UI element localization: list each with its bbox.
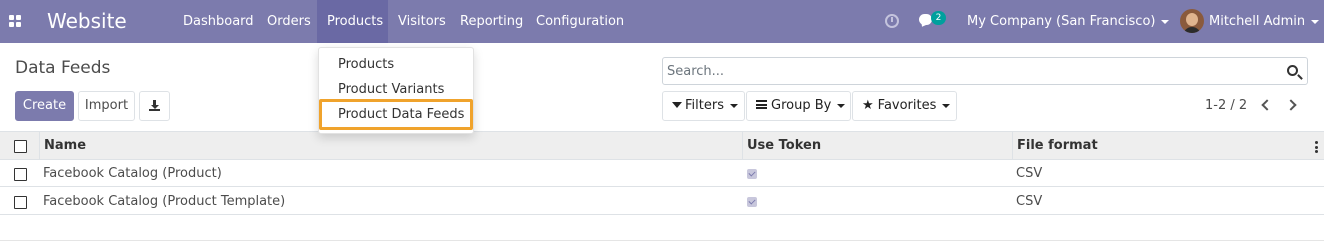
column-header-file-format[interactable]: File format bbox=[1012, 132, 1312, 160]
filter-icon bbox=[672, 101, 682, 108]
filters-button[interactable]: Filters bbox=[662, 91, 745, 121]
apps-menu-icon[interactable] bbox=[9, 15, 21, 27]
user-avatar[interactable] bbox=[1180, 9, 1204, 33]
create-button[interactable]: Create bbox=[15, 91, 74, 121]
table-header: Name Use Token File format bbox=[0, 131, 1324, 160]
groupby-label: Group By bbox=[771, 98, 832, 113]
caret-down-icon bbox=[1311, 19, 1320, 24]
divider bbox=[0, 240, 1324, 241]
row-checkbox[interactable] bbox=[14, 168, 27, 181]
download-icon bbox=[149, 100, 160, 111]
use-token-checkbox bbox=[747, 197, 757, 207]
table-row[interactable]: Facebook Catalog (Product Template) CSV bbox=[0, 188, 1324, 215]
breadcrumb: Data Feeds bbox=[15, 58, 111, 78]
company-switcher[interactable]: My Company (San Francisco) bbox=[967, 0, 1170, 43]
menu-configuration[interactable]: Configuration bbox=[526, 0, 634, 43]
group-bars-icon bbox=[756, 100, 767, 109]
cell-name: Facebook Catalog (Product Template) bbox=[43, 194, 286, 209]
pager-next-icon[interactable] bbox=[1285, 99, 1297, 111]
menu-visitors[interactable]: Visitors bbox=[388, 0, 456, 43]
search-icon[interactable] bbox=[1287, 65, 1298, 76]
table-row[interactable]: Facebook Catalog (Product) CSV bbox=[0, 160, 1324, 187]
highlight-box bbox=[319, 99, 473, 130]
caret-down-icon bbox=[837, 103, 846, 108]
use-token-checkbox bbox=[747, 169, 757, 179]
import-button[interactable]: Import bbox=[78, 91, 135, 121]
dropdown-item-products[interactable]: Products bbox=[338, 55, 394, 75]
caret-down-icon bbox=[942, 103, 951, 108]
pager-previous-icon[interactable] bbox=[1261, 99, 1273, 111]
chat-bubble-icon[interactable] bbox=[919, 14, 932, 25]
groupby-button[interactable]: Group By bbox=[746, 91, 851, 121]
menu-products[interactable]: Products bbox=[317, 0, 388, 43]
user-menu[interactable]: Mitchell Admin bbox=[1209, 0, 1320, 43]
export-button[interactable] bbox=[139, 91, 170, 121]
user-name: Mitchell Admin bbox=[1209, 14, 1306, 29]
favorites-button[interactable]: ★ Favorites bbox=[852, 91, 957, 121]
caret-down-icon bbox=[1161, 19, 1170, 24]
menu-reporting[interactable]: Reporting bbox=[450, 0, 533, 43]
optional-columns-icon[interactable] bbox=[1315, 141, 1318, 153]
dropdown-item-product-variants[interactable]: Product Variants bbox=[338, 80, 444, 100]
column-header-use-token[interactable]: Use Token bbox=[742, 132, 1013, 160]
chat-count-badge: 2 bbox=[931, 11, 946, 25]
row-checkbox[interactable] bbox=[14, 196, 27, 209]
column-header-name[interactable]: Name bbox=[39, 132, 743, 160]
menu-orders[interactable]: Orders bbox=[257, 0, 321, 43]
pager-value[interactable]: 1-2 / 2 bbox=[1205, 98, 1247, 113]
menu-dashboard[interactable]: Dashboard bbox=[173, 0, 264, 43]
search-input[interactable] bbox=[667, 61, 1267, 81]
top-navbar: Website Dashboard Orders Products Visito… bbox=[0, 0, 1324, 43]
star-icon: ★ bbox=[862, 98, 874, 113]
search-bar bbox=[662, 57, 1308, 85]
filters-label: Filters bbox=[685, 98, 724, 113]
cell-file-format: CSV bbox=[1016, 194, 1043, 209]
caret-down-icon bbox=[729, 103, 738, 108]
select-all-checkbox[interactable] bbox=[14, 140, 27, 153]
app-brand[interactable]: Website bbox=[47, 8, 127, 34]
favorites-label: Favorites bbox=[877, 98, 937, 113]
activity-clock-icon[interactable] bbox=[885, 14, 899, 28]
company-name: My Company (San Francisco) bbox=[967, 14, 1156, 29]
cell-name: Facebook Catalog (Product) bbox=[43, 166, 222, 181]
cell-file-format: CSV bbox=[1016, 166, 1043, 181]
